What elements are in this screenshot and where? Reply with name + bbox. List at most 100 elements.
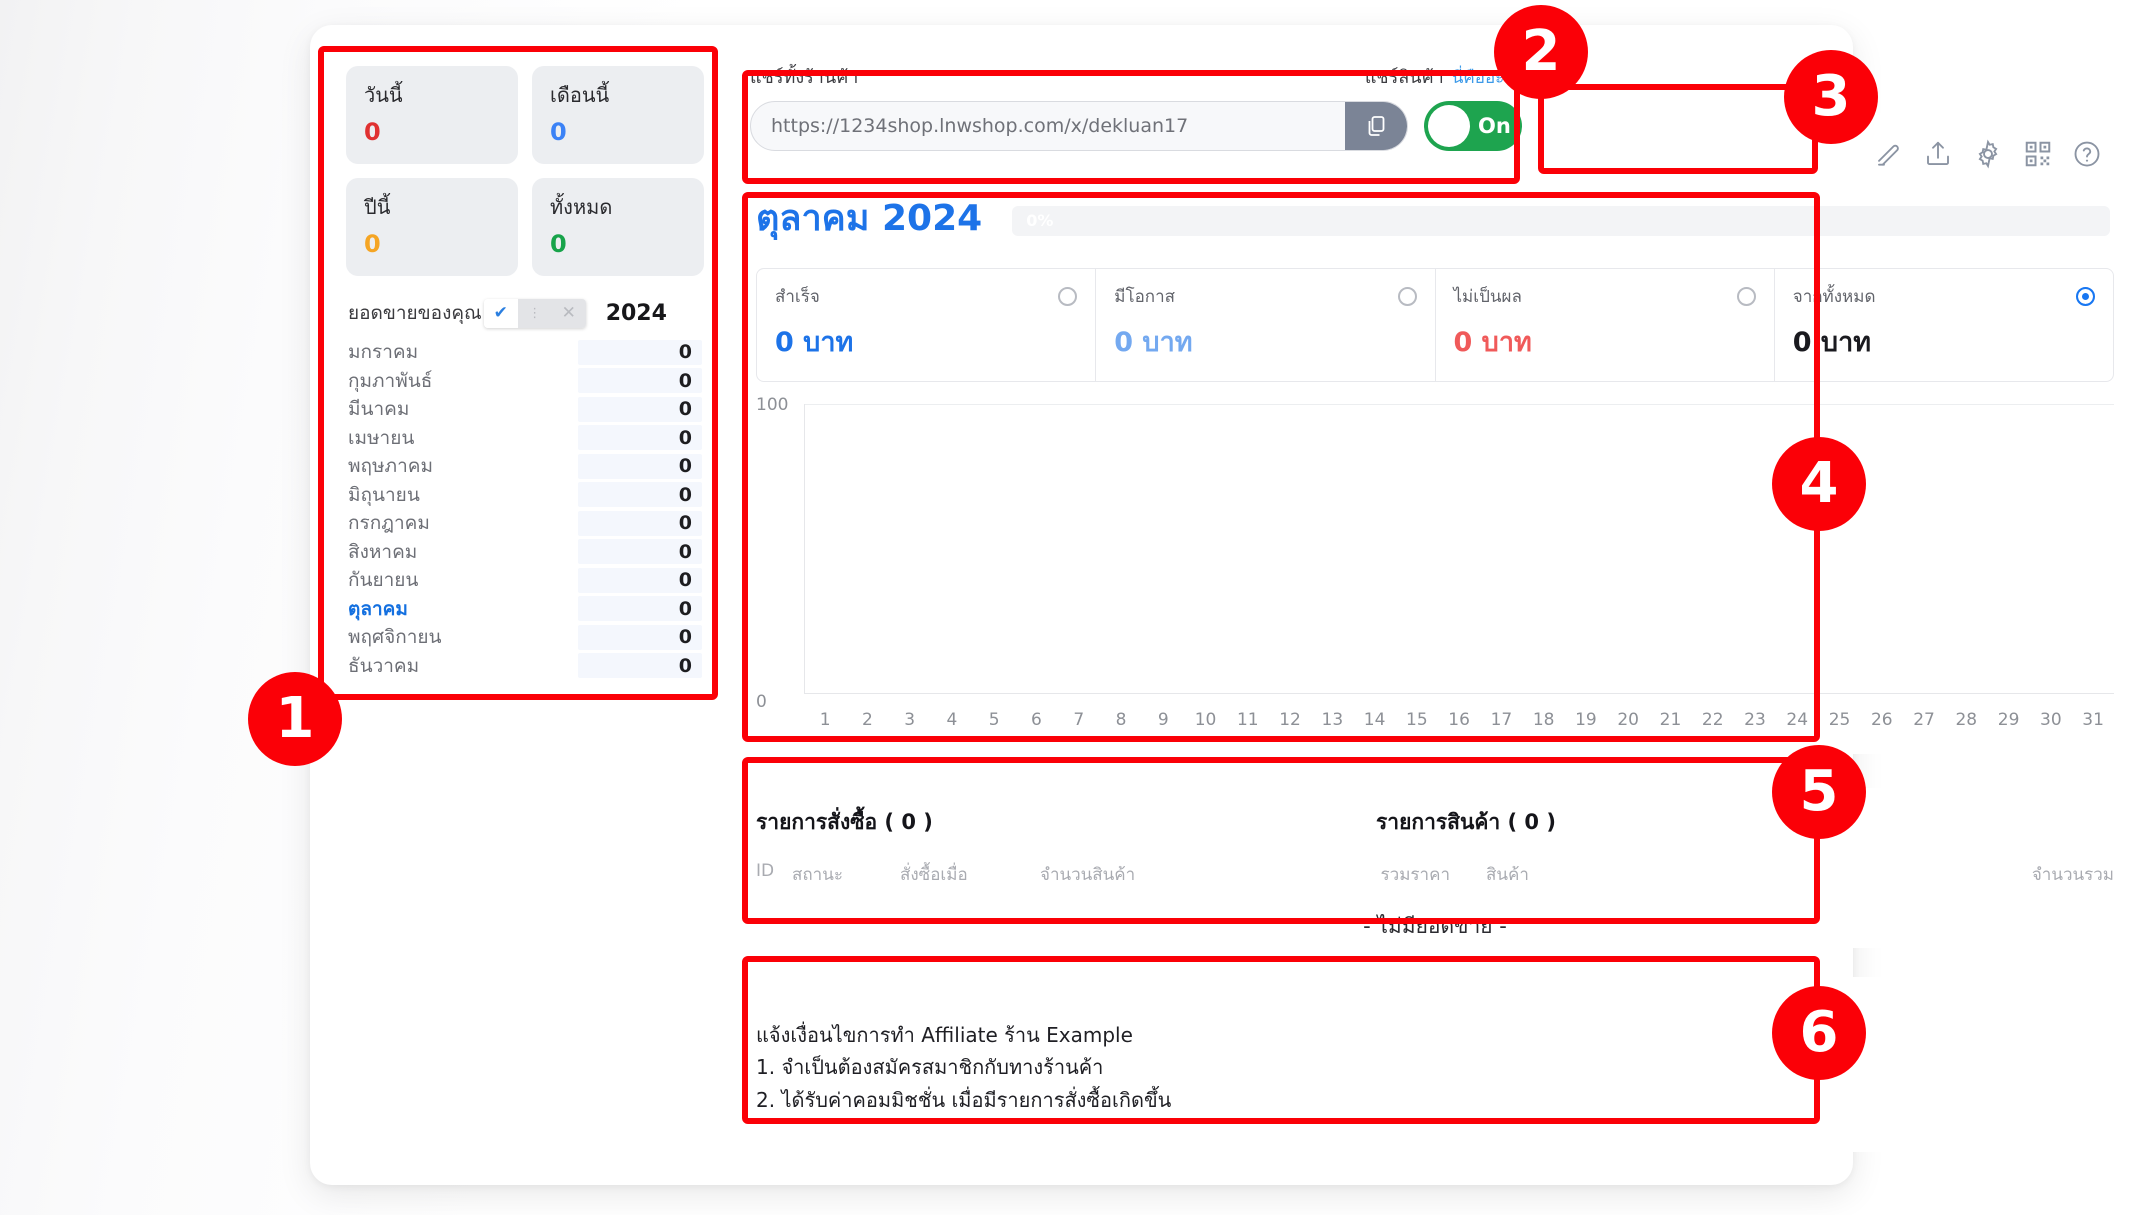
month-bar: 0 (578, 397, 702, 422)
share-url-field[interactable] (750, 101, 1408, 151)
stat-card-grid: วันนี้0เดือนนี้0ปีนี้0ทั้งหมด0 (330, 50, 720, 284)
status-card-potential[interactable]: มีโอกาส0 บาท (1096, 269, 1435, 381)
column-total-price: รวมราคา (1340, 861, 1450, 888)
close-icon[interactable]: ✕ (552, 299, 586, 328)
share-input-row: On (740, 91, 1530, 151)
month-bar: 0 (578, 568, 702, 593)
stat-card-today: วันนี้0 (346, 66, 518, 164)
x-axis-tick: 16 (1438, 710, 1480, 730)
share-panel: แชร์ทั้งร้านค้า แชร์สินค้า นี่คืออะไร (740, 53, 1530, 165)
toggle-knob (1428, 105, 1470, 147)
share-store-label: แชร์ทั้งร้านค้า (750, 62, 858, 91)
chart-title-row: ตุลาคม 2024 0% (740, 177, 2130, 246)
progress-percent-label: 0% (1026, 211, 1053, 230)
share-product-toggle[interactable]: On (1424, 101, 1522, 151)
column-id: ID (756, 861, 792, 888)
status-radio-failed[interactable] (1737, 287, 1756, 306)
month-row[interactable]: กันยายน0 (348, 566, 702, 595)
month-row[interactable]: ตุลาคม0 (348, 595, 702, 624)
x-axis-tick: 12 (1269, 710, 1311, 730)
terms-item-1: 1. จำเป็นต้องสมัครสมาชิกกับทางร้านค้า (756, 1051, 2114, 1083)
share-labels-row: แชร์ทั้งร้านค้า แชร์สินค้า นี่คืออะไร (740, 53, 1530, 91)
qr-code-icon[interactable] (2019, 135, 2057, 173)
x-axis-tick: 10 (1184, 710, 1226, 730)
month-row[interactable]: สิงหาคม 0 (348, 538, 702, 567)
x-axis-tick: 1 (804, 710, 846, 730)
month-row[interactable]: ธันวาคม0 (348, 652, 702, 681)
status-card-label: สำเร็จ (775, 283, 820, 310)
status-card-value: 0 บาท (1793, 320, 2095, 363)
x-axis-tick: 20 (1607, 710, 1649, 730)
month-row[interactable]: พฤศจิกายน0 (348, 623, 702, 652)
x-axis-tick: 7 (1058, 710, 1100, 730)
month-row[interactable]: กรกฎาคม0 (348, 509, 702, 538)
copy-icon[interactable] (1345, 102, 1407, 150)
month-name: กันยายน (348, 565, 578, 595)
month-value: 0 (679, 541, 692, 563)
orders-header-row: รายการสั่งซื้อ ( 0 ) รายการสินค้า ( 0 ) (740, 788, 2130, 839)
month-row[interactable]: พฤษภาคม0 (348, 452, 702, 481)
edit-pencil-icon[interactable] (1870, 135, 1908, 173)
x-axis-tick: 26 (1861, 710, 1903, 730)
toggle-state-label: On (1478, 114, 1511, 138)
status-card-value: 0 บาท (775, 320, 1077, 363)
month-name: เมษายน (348, 423, 578, 453)
terms-item-2: 2. ได้รับค่าคอมมิชชั่น เมื่อมีรายการสั่ง… (756, 1084, 2114, 1116)
app-card: วันนี้0เดือนนี้0ปีนี้0ทั้งหมด0 ยอดขายของ… (310, 25, 1853, 1185)
share-help-link[interactable]: นี่คืออะไร (1452, 64, 1522, 91)
month-name: สิงหาคม (348, 537, 578, 567)
x-axis-tick: 17 (1480, 710, 1522, 730)
stat-card-label: เดือนนี้ (550, 82, 686, 108)
month-value: 0 (679, 370, 692, 392)
orders-empty-state: - ไม่มียอดขาย - (740, 888, 2130, 943)
month-row[interactable]: มกราคม0 (348, 338, 702, 367)
x-axis-tick: 19 (1565, 710, 1607, 730)
share-upload-icon[interactable] (1919, 135, 1957, 173)
month-name: มกราคม (348, 337, 578, 367)
status-card-label: มีโอกาส (1114, 283, 1175, 310)
month-row[interactable]: มิถุนายน0 (348, 481, 702, 510)
orders-column-headers: ID สถานะ สั่งซื้อเมื่อ จำนวนสินค้า รวมรา… (740, 839, 2130, 888)
status-card-label: จากทั้งหมด (1793, 283, 1876, 310)
sales-segmented-control[interactable]: ✔ ⋮ ✕ (484, 299, 586, 328)
x-axis-tick: 2 (846, 710, 888, 730)
terms-heading: แจ้งเงื่อนไขการทำ Affiliate ร้าน Example (756, 1019, 2114, 1051)
stat-card-label: วันนี้ (364, 82, 500, 108)
month-value: 0 (679, 484, 692, 506)
x-axis-ticks: 1234567891011121314151617181920212223242… (804, 710, 2114, 730)
status-card-label: ไม่เป็นผล (1454, 283, 1522, 310)
column-product: สินค้า (1450, 861, 1630, 888)
month-bar: 0 (578, 454, 702, 479)
status-card-success[interactable]: สำเร็จ 0 บาท (757, 269, 1096, 381)
x-axis-tick: 25 (1818, 710, 1860, 730)
x-axis-tick: 27 (1903, 710, 1945, 730)
month-row[interactable]: มีนาคม0 (348, 395, 702, 424)
month-bar: 0 (578, 340, 702, 365)
month-row[interactable]: กุมภาพันธ์ 0 (348, 367, 702, 396)
y-axis-tick-max: 100 (756, 395, 788, 415)
month-row[interactable]: เมษายน0 (348, 424, 702, 453)
share-url-input[interactable] (751, 102, 1345, 150)
sales-header: ยอดขายของคุณ ✔ ⋮ ✕ 2024 (330, 284, 720, 334)
status-radio-success[interactable] (1058, 287, 1077, 306)
stat-card-this-year: ปีนี้0 (346, 178, 518, 276)
month-name: กุมภาพันธ์ (348, 366, 578, 396)
affiliate-terms-panel: แจ้งเงื่อนไขการทำ Affiliate ร้าน Example… (740, 977, 2130, 1152)
month-value: 0 (679, 626, 692, 648)
stat-card-this-month: เดือนนี้0 (532, 66, 704, 164)
status-card-failed[interactable]: ไม่เป็นผล0 บาท (1436, 269, 1775, 381)
month-bar: 0 (578, 625, 702, 650)
check-icon[interactable]: ✔ (484, 299, 518, 328)
status-radio-potential[interactable] (1398, 287, 1417, 306)
x-axis-tick: 14 (1353, 710, 1395, 730)
status-radio-total[interactable] (2076, 287, 2095, 306)
month-name: ตุลาคม (348, 594, 578, 624)
chart-plot-area: 100 0 1234567891011121314151617181920212… (756, 404, 2114, 734)
sales-summary-panel: วันนี้0เดือนนี้0ปีนี้0ทั้งหมด0 ยอดขายของ… (330, 50, 720, 695)
status-card-total[interactable]: จากทั้งหมด 0 บาท (1775, 269, 2113, 381)
stat-card-value: 0 (364, 230, 500, 258)
gear-settings-icon[interactable] (1969, 135, 2007, 173)
help-question-icon[interactable] (2068, 135, 2106, 173)
x-axis-tick: 5 (973, 710, 1015, 730)
sales-year: 2024 (606, 301, 667, 326)
